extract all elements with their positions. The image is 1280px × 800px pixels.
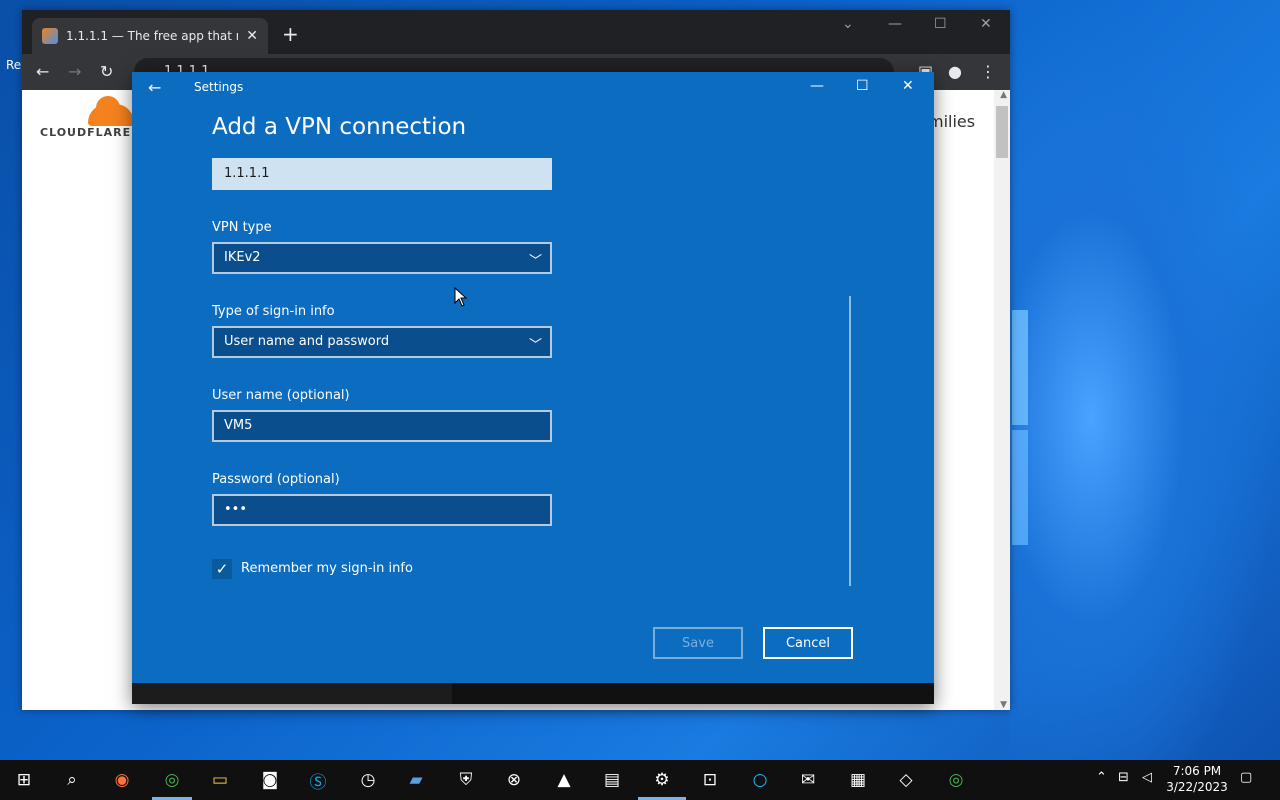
desktop-light <box>1010 0 1280 760</box>
dialog-scrollbar[interactable] <box>849 296 851 586</box>
system-clock[interactable]: 7:06 PM 3/22/2023 <box>1162 763 1232 795</box>
scroll-thumb[interactable] <box>996 106 1008 158</box>
settings-footer <box>132 683 934 704</box>
vpn-type-select[interactable]: IKEv2 ﹀ <box>212 242 552 274</box>
notifications-icon[interactable]: ▢ <box>1240 770 1252 785</box>
store-icon[interactable]: ⊡ <box>696 766 724 794</box>
chrome-icon[interactable]: ◎ <box>158 766 186 794</box>
signin-type-label: Type of sign-in info <box>212 304 335 319</box>
alarms-clock-icon[interactable]: ◷ <box>354 766 382 794</box>
forward-icon[interactable]: → <box>68 62 81 81</box>
scroll-up-icon[interactable]: ▲ <box>1000 90 1007 100</box>
tab-close-icon[interactable]: ✕ <box>246 28 258 44</box>
xbox-icon[interactable]: ⊗ <box>500 766 528 794</box>
search-icon[interactable]: ⌕ <box>58 766 86 794</box>
taskbar: ⊞ ⌕ ◉ ◎ ▭ ◙ Ⓢ ◷ ▰ ⛨ ⊗ ▲ ▤ ⚙ ⊡ ○ ✉ ▦ ◇ ◎ … <box>0 760 1280 800</box>
movies-icon[interactable]: ▤ <box>598 766 626 794</box>
reload-icon[interactable]: ↻ <box>100 62 113 81</box>
firefox-icon[interactable]: ◉ <box>108 766 136 794</box>
browser-tab[interactable]: 1.1.1.1 — The free app that make ✕ <box>32 18 268 54</box>
file-explorer-icon[interactable]: ▭ <box>206 766 234 794</box>
back-arrow-icon[interactable]: ← <box>148 78 161 97</box>
tab-favicon-icon <box>42 28 58 44</box>
profile-icon[interactable]: ● <box>948 62 962 81</box>
cortana-icon[interactable]: ○ <box>746 766 774 794</box>
network-icon[interactable]: ⊟ <box>1118 770 1129 785</box>
clock-date: 3/22/2023 <box>1166 780 1228 794</box>
browser-tab-bar: 1.1.1.1 — The free app that make ✕ + ⌄ —… <box>22 10 1010 54</box>
maximize-icon[interactable]: ☐ <box>856 78 869 94</box>
desktop-logo-pane <box>1012 310 1028 425</box>
vpn-type-value: IKEv2 <box>224 250 261 265</box>
settings-footer-panel <box>452 683 934 704</box>
windows-start-icon[interactable]: ⊞ <box>10 766 38 794</box>
3d-viewer-icon[interactable]: ◇ <box>892 766 920 794</box>
password-label: Password (optional) <box>212 472 340 487</box>
close-icon[interactable]: ✕ <box>980 16 992 32</box>
chevron-down-icon: ﹀ <box>528 338 542 353</box>
page-text: milies <box>928 112 976 131</box>
username-label: User name (optional) <box>212 388 350 403</box>
vpn-type-label: VPN type <box>212 220 272 235</box>
cloudflare-logo-icon <box>88 96 134 126</box>
calculator-icon[interactable]: ▦ <box>844 766 872 794</box>
camera-icon[interactable]: ◙ <box>256 766 284 794</box>
tab-title: 1.1.1.1 — The free app that make <box>66 29 238 43</box>
menu-icon[interactable]: ⋮ <box>980 62 996 81</box>
remember-label[interactable]: Remember my sign-in info <box>241 561 413 576</box>
security-shield-icon[interactable]: ⛨ <box>452 766 480 794</box>
settings-window: ← Settings — ☐ ✕ Add a VPN connection 1.… <box>132 72 934 704</box>
back-icon[interactable]: ← <box>36 62 49 81</box>
save-button[interactable]: Save <box>653 627 743 659</box>
new-tab-button[interactable]: + <box>282 22 299 46</box>
minimize-icon[interactable]: — <box>810 78 824 94</box>
password-value: ••• <box>224 502 248 517</box>
maximize-icon[interactable]: ☐ <box>934 16 947 32</box>
skype-icon[interactable]: Ⓢ <box>304 766 332 794</box>
scroll-down-icon[interactable]: ▼ <box>1000 700 1007 710</box>
cancel-button[interactable]: Cancel <box>763 627 853 659</box>
settings-titlebar: ← Settings — ☐ ✕ <box>132 72 934 104</box>
cloudflare-logo-text: CLOUDFLARE <box>40 126 132 139</box>
close-icon[interactable]: ✕ <box>902 78 914 94</box>
tab-search-icon[interactable]: ⌄ <box>842 16 854 32</box>
dialog-heading: Add a VPN connection <box>212 114 467 140</box>
tray-chevron-icon[interactable]: ⌃ <box>1096 770 1107 785</box>
mail-icon[interactable]: ✉ <box>794 766 822 794</box>
username-value: VM5 <box>224 418 253 433</box>
server-address-value: 1.1.1.1 <box>224 166 270 181</box>
window-title: Settings <box>194 80 244 94</box>
signin-type-value: User name and password <box>224 334 390 349</box>
photos-icon[interactable]: ▲ <box>550 766 578 794</box>
username-input[interactable]: VM5 <box>212 410 552 442</box>
checkmark-icon: ✓ <box>215 560 229 578</box>
desktop-logo-pane <box>1012 430 1028 545</box>
clock-time: 7:06 PM <box>1172 764 1222 778</box>
remember-checkbox[interactable]: ✓ <box>212 559 232 579</box>
password-input[interactable]: ••• <box>212 494 552 526</box>
app-icon[interactable]: ▰ <box>402 766 430 794</box>
page-scrollbar[interactable]: ▲ ▼ <box>994 90 1010 710</box>
chevron-down-icon: ﹀ <box>528 254 542 269</box>
chrome-icon[interactable]: ◎ <box>942 766 970 794</box>
desktop-icon-label[interactable]: Re <box>6 58 21 72</box>
server-address-input[interactable]: 1.1.1.1 <box>212 158 552 190</box>
volume-muted-icon[interactable]: ◁ <box>1142 770 1152 785</box>
minimize-icon[interactable]: — <box>888 16 902 32</box>
settings-gear-icon[interactable]: ⚙ <box>648 766 676 794</box>
signin-type-select[interactable]: User name and password ﹀ <box>212 326 552 358</box>
